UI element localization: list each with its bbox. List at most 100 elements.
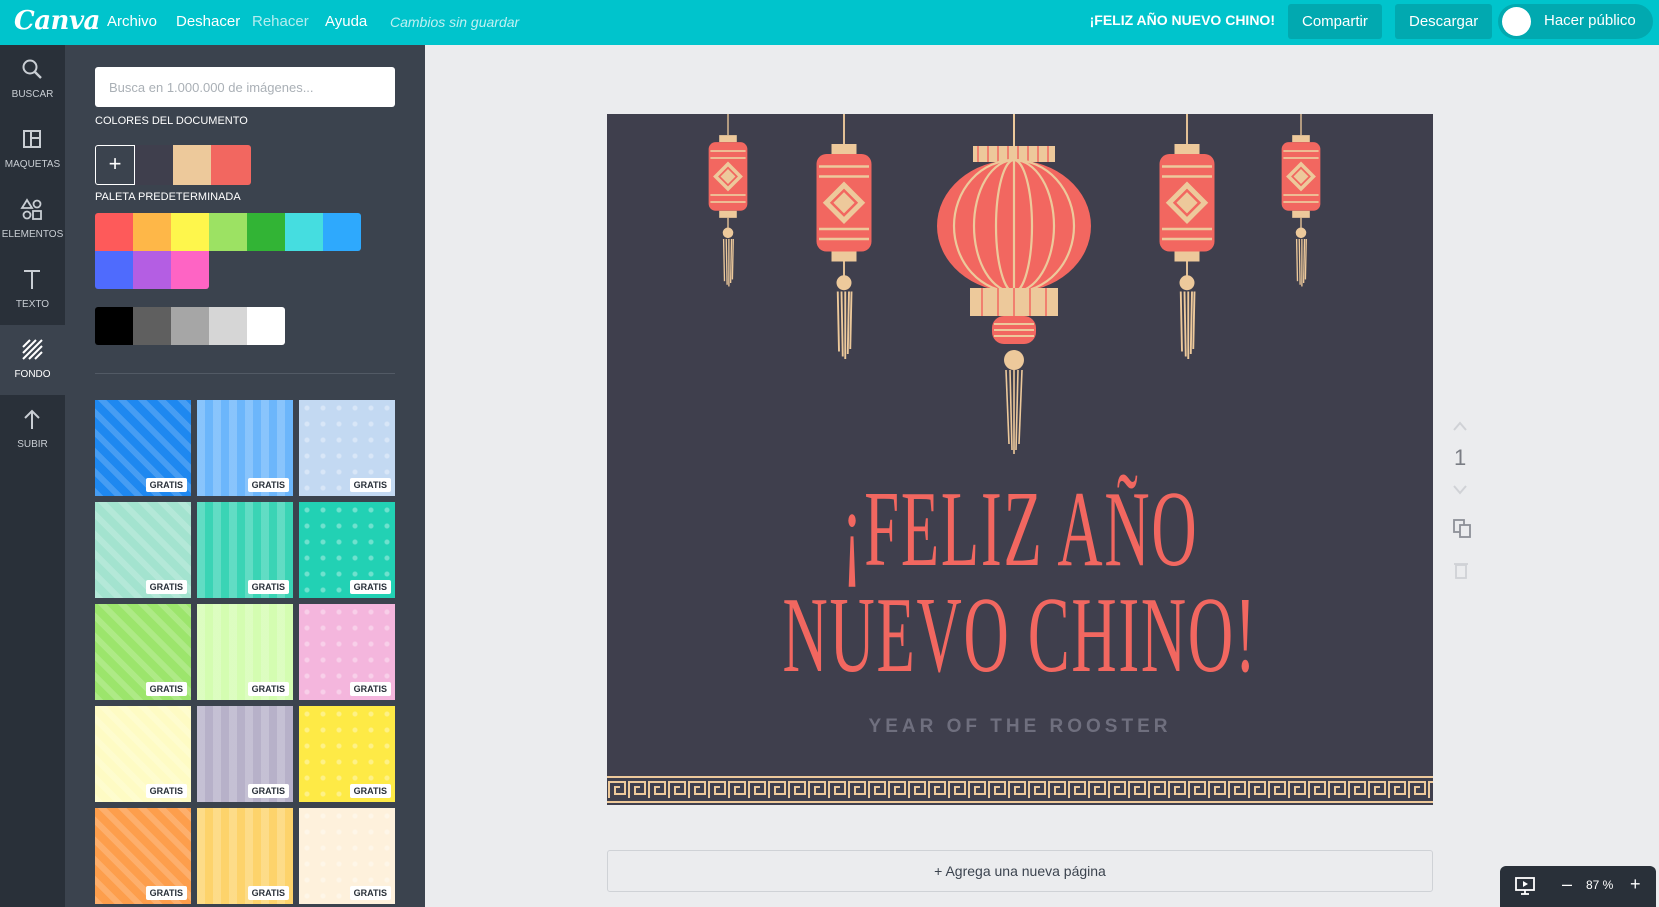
free-badge: GRATIS [247, 478, 289, 492]
lanterns-illustration [707, 114, 1322, 454]
gray-swatch[interactable] [95, 307, 133, 345]
gray-swatch[interactable] [133, 307, 171, 345]
greek-key-border [607, 774, 1433, 805]
upload-icon [24, 409, 40, 429]
free-badge: GRATIS [349, 580, 391, 594]
zoom-out-button[interactable]: – [1562, 874, 1572, 895]
delete-page-icon[interactable] [1452, 560, 1470, 580]
gray-swatch[interactable] [209, 307, 247, 345]
free-badge: GRATIS [247, 784, 289, 798]
rail-item-texto[interactable]: TEXTO [0, 255, 65, 325]
palette-swatch[interactable] [247, 213, 285, 251]
rail-label: MAQUETAS [4, 159, 61, 170]
share-button[interactable]: Compartir [1288, 4, 1382, 39]
background-tile-cream-dots[interactable]: GRATIS [95, 706, 191, 802]
palette-swatch[interactable] [133, 213, 171, 251]
zoom-level: 87 % [1586, 878, 1614, 892]
move-page-up-icon[interactable] [1452, 420, 1468, 432]
background-panel: COLORES DEL DOCUMENTO + PALETA PREDETERM… [65, 45, 425, 907]
free-badge: GRATIS [145, 478, 187, 492]
publish-toggle[interactable]: Hacer público [1498, 4, 1653, 39]
free-badge: GRATIS [145, 580, 187, 594]
background-icon [22, 339, 43, 360]
present-icon[interactable] [1514, 876, 1536, 896]
free-badge: GRATIS [247, 580, 289, 594]
zoom-in-button[interactable]: + [1630, 874, 1641, 895]
doc-colors-title: COLORES DEL DOCUMENTO [95, 115, 248, 127]
rail-item-maquetas[interactable]: MAQUETAS [0, 115, 65, 185]
rail-label: TEXTO [15, 299, 50, 310]
canva-logo[interactable]: Canva [14, 6, 100, 36]
move-page-down-icon[interactable] [1452, 484, 1468, 496]
background-tile-yellow-watermelon[interactable]: GRATIS [299, 706, 395, 802]
rail-label: SUBIR [17, 439, 48, 450]
doc-color-swatch[interactable] [211, 145, 251, 185]
background-tile-blue-zigzag[interactable]: GRATIS [197, 400, 293, 496]
free-badge: GRATIS [247, 886, 289, 900]
download-button[interactable]: Descargar [1395, 4, 1493, 39]
save-status: Cambios sin guardar [390, 14, 520, 30]
free-badge: GRATIS [247, 682, 289, 696]
rail-item-subir[interactable]: SUBIR [0, 395, 65, 465]
copy-page-icon[interactable] [1452, 518, 1472, 538]
background-tile-blue-hexagon[interactable]: GRATIS [95, 400, 191, 496]
gray-swatch[interactable] [247, 307, 285, 345]
background-tile-green-stripes[interactable]: GRATIS [95, 604, 191, 700]
add-color-button[interactable]: + [95, 145, 135, 185]
background-tile-pink-stripes[interactable]: GRATIS [299, 604, 395, 700]
background-tile-teal-dots[interactable]: GRATIS [197, 502, 293, 598]
background-tile-lime-circles[interactable]: GRATIS [197, 604, 293, 700]
default-palette-title: PALETA PREDETERMINADA [95, 191, 241, 203]
menu-ayuda[interactable]: Ayuda [325, 13, 367, 30]
divider [95, 373, 395, 374]
rail-item-buscar[interactable]: BUSCAR [0, 45, 65, 115]
palette-swatch[interactable] [171, 251, 209, 289]
palette-swatch[interactable] [133, 251, 171, 289]
background-tile-teal-stripes[interactable]: GRATIS [299, 502, 395, 598]
gray-swatch[interactable] [171, 307, 209, 345]
background-tile-lilac-stripes[interactable]: GRATIS [197, 706, 293, 802]
menu-deshacer[interactable]: Deshacer [176, 13, 240, 30]
image-search-input[interactable] [95, 67, 395, 107]
document-title[interactable]: ¡FELIZ AÑO NUEVO CHINO! [1090, 12, 1275, 28]
free-badge: GRATIS [145, 886, 187, 900]
design-subtitle[interactable]: YEAR OF THE ROOSTER [607, 716, 1433, 738]
palette-swatch[interactable] [209, 213, 247, 251]
palette-swatch[interactable] [285, 213, 323, 251]
top-bar: Canva Archivo Deshacer Rehacer Ayuda Cam… [0, 0, 1659, 45]
palette-swatch[interactable] [95, 251, 133, 289]
background-tile-yellow-circles[interactable]: GRATIS [197, 808, 293, 904]
background-tile-light-blue-stripes[interactable]: GRATIS [299, 400, 395, 496]
headline-line-1[interactable]: ¡FELIZ AÑO [780, 476, 1259, 584]
page-number: 1 [1454, 445, 1467, 470]
menu-rehacer[interactable]: Rehacer [252, 13, 309, 30]
menu-archivo[interactable]: Archivo [107, 13, 157, 30]
side-rail: BUSCAR MAQUETAS ELEMENTOS TEXTO FONDO SU… [0, 45, 65, 907]
free-badge: GRATIS [349, 682, 391, 696]
background-tile-orange-zigzag[interactable]: GRATIS [95, 808, 191, 904]
headline-line-2[interactable]: NUEVO CHINO! [780, 582, 1259, 690]
rail-label: FONDO [14, 369, 51, 380]
rail-label: ELEMENTOS [1, 229, 64, 240]
rail-label: BUSCAR [11, 89, 54, 100]
doc-color-swatch[interactable] [173, 145, 213, 185]
background-tile-mint-diamonds[interactable]: GRATIS [95, 502, 191, 598]
doc-color-swatch[interactable] [135, 145, 175, 185]
palette-swatch[interactable] [323, 213, 361, 251]
design-canvas[interactable]: ¡FELIZ AÑO NUEVO CHINO! YEAR OF THE ROOS… [607, 114, 1433, 805]
background-tile-cream-lines[interactable]: GRATIS [299, 808, 395, 904]
text-icon [24, 270, 40, 289]
shapes-icon [20, 198, 42, 220]
layout-icon [23, 130, 41, 148]
add-page-button[interactable]: + Agrega una nueva página [607, 850, 1433, 892]
free-badge: GRATIS [145, 682, 187, 696]
zoom-control: – 87 % + [1500, 866, 1656, 907]
toggle-knob [1502, 7, 1531, 36]
palette-swatch[interactable] [171, 213, 209, 251]
free-badge: GRATIS [349, 478, 391, 492]
free-badge: GRATIS [145, 784, 187, 798]
palette-swatch[interactable] [95, 213, 133, 251]
rail-item-elementos[interactable]: ELEMENTOS [0, 185, 65, 255]
rail-item-fondo[interactable]: FONDO [0, 325, 65, 395]
search-icon [22, 59, 42, 79]
